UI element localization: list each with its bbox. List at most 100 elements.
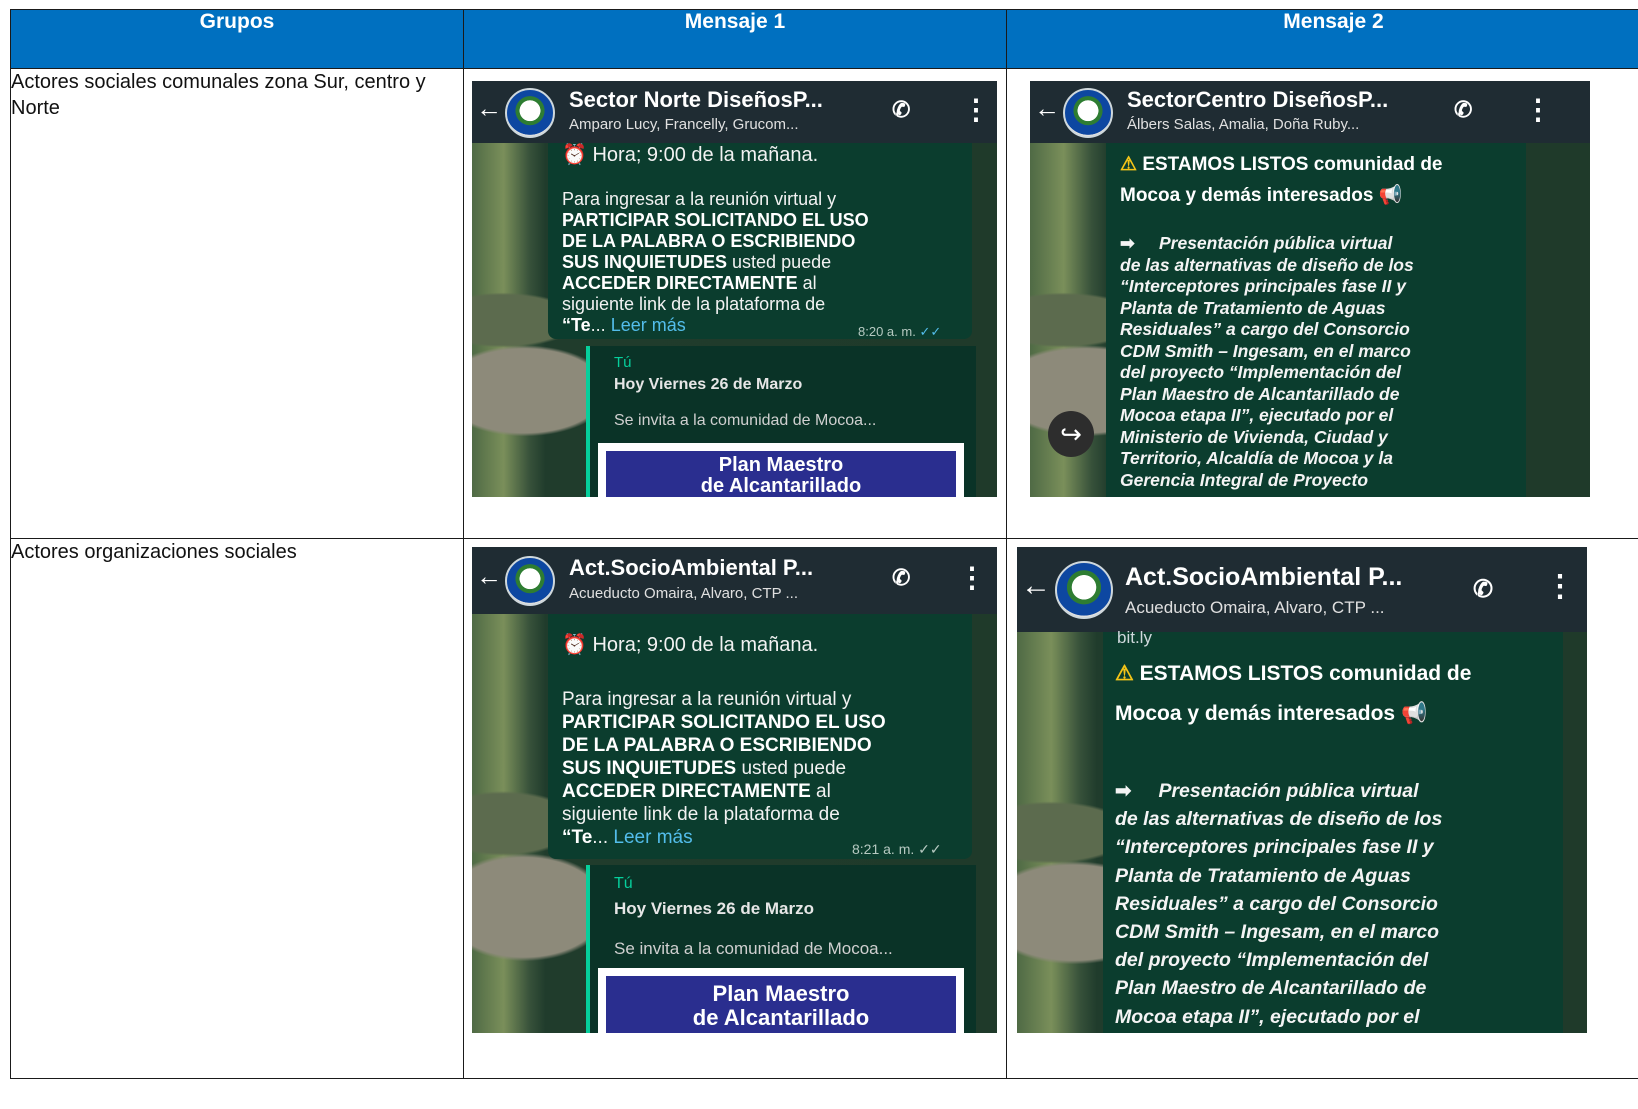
msg-line-italic: Presentación pública virtual — [1158, 233, 1393, 253]
forward-share-icon[interactable]: ↪ — [1048, 411, 1094, 457]
arrow-right-icon: ➡ — [1120, 233, 1135, 253]
msg-line-bold: SUS INQUIETUDES — [562, 758, 737, 779]
chat-members: Álbers Salas, Amalia, Doña Ruby... — [1127, 116, 1360, 133]
meeting-time: Hora; 9:00 de la mañana. — [592, 634, 819, 656]
add-call-icon: ✆ — [892, 565, 911, 590]
card-title-line1: Plan Maestro — [712, 981, 850, 1006]
chat-members: Acueducto Omaira, Alvaro, CTP ... — [569, 585, 798, 602]
chat-title: Sector Norte DiseñosP... — [569, 87, 823, 112]
meeting-time: Hora; 9:00 de la mañana. — [592, 144, 819, 166]
arrow-right-icon: ➡ — [1115, 780, 1132, 802]
msg-line-italic: del proyecto “Implementación del — [1115, 949, 1429, 972]
msg-line-italic: CDM Smith – Ingesam, en el marco — [1115, 921, 1440, 944]
alarm-clock-icon: ⏰ — [562, 144, 587, 166]
msg-line-italic: Plan Maestro de Alcantarillado de — [1120, 383, 1400, 404]
msg-line-bold: PARTICIPAR SOLICITANDO EL USO — [562, 210, 869, 230]
back-arrow-icon: ← — [476, 93, 502, 123]
msg-line-italic: Residuales” a cargo del Consorcio — [1120, 319, 1410, 339]
back-arrow-icon: ← — [1021, 569, 1051, 602]
whatsapp-screenshot-sector-centro: ← SectorCentro DiseñosP... Álbers Salas,… — [1030, 81, 1590, 497]
msg-line-italic: Territorio, Alcaldía de Mocoa y la — [1120, 448, 1393, 468]
msg-line-bold: PARTICIPAR SOLICITANDO EL USO — [562, 712, 886, 733]
msg-ellipsis: ... — [592, 827, 614, 848]
msg-line: usted puede — [727, 252, 832, 272]
msg-line: siguiente link de la plataforma de — [562, 804, 840, 825]
message-bubble: ⏰ Hora; 9:00 de la mañana. Para ingresar… — [548, 143, 972, 339]
card-title-line1: Plan Maestro — [718, 454, 844, 476]
header-mensaje-2: Mensaje 2 — [1006, 9, 1638, 69]
msg-line-bold: SUS INQUIETUDES — [562, 252, 728, 272]
message-1-cell: ← Sector Norte DiseñosP... Amparo Lucy, … — [463, 68, 1007, 539]
header-grupos: Grupos — [10, 9, 464, 69]
message-timestamp: 8:20 a. m. ✓✓ — [858, 324, 942, 339]
msg-line-bold: “Te — [562, 827, 593, 848]
msg-line: al — [810, 781, 831, 802]
header-mensaje-1: Mensaje 1 — [463, 9, 1007, 69]
quote-preview: Se invita a la comunidad de Mocoa... — [614, 412, 877, 429]
quote-title: Hoy Viernes 26 de Marzo — [614, 376, 803, 393]
msg-line-italic: Plan Maestro de Alcantarillado de — [1115, 977, 1427, 1000]
group-avatar — [1063, 88, 1113, 138]
back-arrow-icon: ← — [476, 561, 502, 591]
msg-line-italic: Residuales” a cargo del Consorcio — [1115, 892, 1438, 915]
group-cell-comunales: Actores sociales comunales zona Sur, cen… — [10, 68, 464, 539]
alarm-clock-icon: ⏰ — [562, 634, 587, 656]
msg-line-bold: ESTAMOS LISTOS comunidad de — [1142, 154, 1443, 175]
chat-members: Amparo Lucy, Francelly, Grucom... — [569, 116, 799, 133]
add-call-icon: ✆ — [1454, 97, 1473, 122]
msg-line-italic: Gerencia Integral de Proyecto — [1120, 469, 1369, 490]
warning-icon: ⚠ — [1120, 154, 1138, 175]
whatsapp-screenshot-sector-norte: ← Sector Norte DiseñosP... Amparo Lucy, … — [472, 81, 997, 497]
msg-line-bold: ACCEDER DIRECTAMENTE — [562, 273, 798, 293]
msg-line-bold: DE LA PALABRA O ESCRIBIENDO — [562, 735, 872, 756]
msg-line-italic: Presentación pública virtual — [1158, 780, 1419, 802]
msg-line-bold: “Te — [562, 315, 591, 335]
message-bubble: bit.ly ⚠ ESTAMOS LISTOS comunidad de Moc… — [1103, 628, 1563, 1033]
quote-title: Hoy Viernes 26 de Marzo — [614, 899, 814, 918]
menu-dots-icon: ⋮ — [958, 562, 986, 593]
message-bubble: ⚠ ESTAMOS LISTOS comunidad de Mocoa y de… — [1106, 143, 1526, 497]
group-avatar — [505, 556, 555, 606]
msg-line-bold: Mocoa y demás interesados — [1120, 185, 1374, 206]
megaphone-icon: 📢 — [1400, 702, 1428, 725]
link-preview-text: bit.ly — [1117, 628, 1152, 647]
card-title-line2: de Alcantarillado — [692, 1005, 870, 1030]
read-more-link[interactable]: Leer más — [611, 315, 686, 335]
message-1-cell: ← Act.SocioAmbiental P... Acueducto Omai… — [463, 538, 1007, 1079]
quote-preview: Se invita a la comunidad de Mocoa... — [614, 939, 893, 958]
card-title-line2: de Alcantarillado — [700, 475, 862, 497]
msg-line-bold: DE LA PALABRA O ESCRIBIENDO — [562, 231, 856, 251]
quoted-message[interactable]: Tú Hoy Viernes 26 de Marzo Se invita a l… — [586, 346, 976, 497]
msg-line-italic: “Interceptores principales fase II y — [1115, 836, 1434, 859]
msg-line-bold: ESTAMOS LISTOS comunidad de — [1139, 662, 1472, 685]
image-card: Plan Maestro de Alcantarillado — [598, 968, 964, 1033]
chat-title: SectorCentro DiseñosP... — [1127, 87, 1389, 112]
menu-dots-icon: ⋮ — [1524, 94, 1552, 125]
msg-line-italic: de las alternativas de diseño de los — [1120, 254, 1414, 275]
group-cell-organizaciones: Actores organizaciones sociales — [10, 538, 464, 1079]
quote-author: Tú — [614, 875, 633, 892]
msg-line: Para ingresar a la reunión virtual y — [562, 189, 837, 209]
back-arrow-icon: ← — [1034, 93, 1060, 123]
msg-line-bold: Mocoa y demás interesados — [1115, 702, 1396, 725]
msg-line-italic: Ministerio de Vivienda, Ciudad y — [1120, 426, 1388, 447]
add-call-icon: ✆ — [892, 97, 911, 122]
quoted-message[interactable]: Tú Hoy Viernes 26 de Marzo Se invita a l… — [586, 865, 976, 1033]
message-2-cell: ← SectorCentro DiseñosP... Álbers Salas,… — [1006, 68, 1638, 539]
menu-dots-icon: ⋮ — [962, 94, 990, 125]
msg-line-italic: Mocoa etapa II”, ejecutado por el — [1115, 1005, 1420, 1028]
msg-line-italic: de las alternativas de diseño de los — [1115, 808, 1443, 831]
group-label: Actores sociales comunales zona Sur, cen… — [11, 71, 426, 119]
message-2-cell: ← Act.SocioAmbiental P... Acueducto Omai… — [1006, 538, 1638, 1079]
msg-line: al — [797, 273, 817, 293]
read-more-link[interactable]: Leer más — [613, 827, 692, 848]
msg-line-italic: Planta de Tratamiento de Aguas — [1120, 297, 1386, 318]
group-avatar — [505, 88, 555, 138]
menu-dots-icon: ⋮ — [1545, 570, 1575, 603]
msg-line: usted puede — [736, 758, 847, 779]
warning-icon: ⚠ — [1115, 662, 1134, 685]
whatsapp-screenshot-socioambiental-1: ← Act.SocioAmbiental P... Acueducto Omai… — [472, 547, 997, 1033]
quote-author: Tú — [614, 354, 632, 371]
message-timestamp: 8:21 a. m. ✓✓ — [852, 841, 942, 857]
msg-line-italic: Mocoa etapa II”, ejecutado por el — [1120, 405, 1394, 425]
